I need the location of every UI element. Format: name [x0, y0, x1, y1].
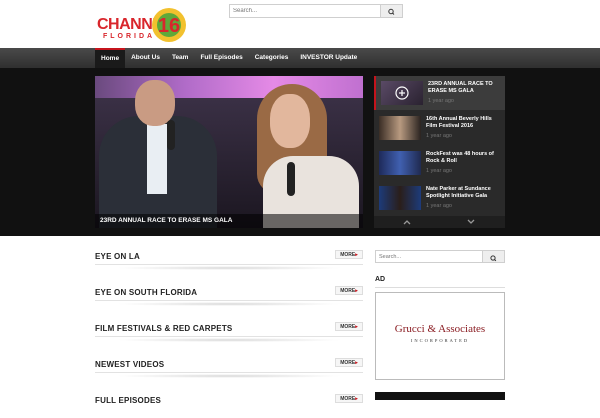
video-thumbnail — [381, 81, 423, 105]
list-item[interactable]: RockFest was 48 hours of Rock & Roll 1 y… — [374, 146, 505, 180]
sidebar-search — [375, 250, 505, 263]
more-button[interactable]: MORE▸ — [335, 286, 363, 295]
list-item-time: 1 year ago — [426, 203, 452, 209]
more-label: MORE — [340, 288, 356, 294]
nav-home[interactable]: Home — [95, 48, 126, 68]
microphone — [287, 162, 295, 196]
section-film-festivals: FILM FESTIVALS & RED CARPETS MORE▸ — [95, 322, 363, 346]
video-thumbnail — [379, 186, 421, 210]
ad-sub: INCORPORATED — [410, 338, 470, 343]
section-divider — [95, 336, 363, 337]
list-item-title: RockFest was 48 hours of Rock & Roll — [426, 151, 494, 164]
video-thumbnail — [379, 116, 421, 140]
section-shadow — [115, 266, 343, 270]
more-button[interactable]: MORE▸ — [335, 250, 363, 259]
ad-brand: Grucci & Associates — [394, 323, 486, 335]
ad-heading: AD — [375, 276, 386, 283]
chevron-up-icon[interactable] — [402, 218, 412, 226]
chevron-down-icon[interactable] — [466, 218, 476, 226]
second-ad[interactable] — [375, 392, 505, 400]
list-item-title: 23RD ANNUAL RACE TO ERASE MS GALA — [428, 81, 493, 94]
logo-sixteen-icon: 16 — [152, 8, 186, 42]
list-item[interactable]: 23RD ANNUAL RACE TO ERASE MS GALA 1 year… — [374, 76, 505, 110]
search-icon — [490, 255, 497, 262]
list-item-title: Nate Parker at Sundance Spotlight Initia… — [426, 186, 491, 199]
more-button[interactable]: MORE▸ — [335, 358, 363, 367]
microphone — [167, 120, 175, 150]
svg-text:16: 16 — [158, 15, 180, 37]
section-divider — [95, 300, 363, 301]
play-icon — [395, 86, 409, 100]
header-search-input[interactable] — [229, 4, 381, 18]
section-shadow — [115, 374, 343, 378]
section-shadow — [115, 338, 343, 342]
arrow-right-icon: ▸ — [355, 360, 358, 366]
list-item[interactable]: Nate Parker at Sundance Spotlight Initia… — [374, 181, 505, 215]
arrow-right-icon: ▸ — [355, 288, 358, 294]
header-search-button[interactable] — [380, 4, 403, 18]
arrow-right-icon: ▸ — [355, 396, 358, 402]
section-full-episodes: FULL EPISODES MORE▸ — [95, 394, 363, 418]
list-item-time: 1 year ago — [428, 98, 454, 104]
section-title: FULL EPISODES — [95, 396, 162, 405]
site-header: CHANNEL FLORIDA 16 — [0, 0, 600, 48]
list-item-title: 16th Annual Beverly Hills Film Festival … — [426, 116, 492, 129]
arrow-right-icon: ▸ — [355, 324, 358, 330]
list-item-time: 1 year ago — [426, 133, 452, 139]
video-thumbnail — [379, 151, 421, 175]
more-label: MORE — [340, 360, 356, 366]
section-title: EYE ON LA — [95, 252, 140, 261]
featured-area: 23RD ANNUAL RACE TO ERASE MS GALA 23RD A… — [0, 68, 600, 236]
main-nav: Home About Us Team Full Episodes Categor… — [0, 48, 600, 68]
section-eye-on-la: EYE ON LA MORE▸ — [95, 250, 363, 274]
more-button[interactable]: MORE▸ — [335, 322, 363, 331]
nav-investor-update[interactable]: INVESTOR Update — [294, 48, 363, 68]
section-title: NEWEST VIDEOS — [95, 360, 165, 369]
more-label: MORE — [340, 324, 356, 330]
grucci-ad[interactable]: Grucci & Associates INCORPORATED — [375, 292, 505, 380]
section-title: EYE ON SOUTH FLORIDA — [95, 288, 198, 297]
nav-categories[interactable]: Categories — [249, 48, 295, 68]
more-label: MORE — [340, 396, 356, 402]
more-button[interactable]: MORE▸ — [335, 394, 363, 403]
featured-caption[interactable]: 23RD ANNUAL RACE TO ERASE MS GALA — [95, 214, 363, 228]
featured-list: 23RD ANNUAL RACE TO ERASE MS GALA 1 year… — [374, 76, 505, 228]
ad-divider — [375, 287, 505, 288]
more-label: MORE — [340, 252, 356, 258]
sidebar-search-input[interactable] — [375, 250, 483, 263]
search-icon — [388, 8, 395, 15]
sidebar-search-button[interactable] — [482, 250, 505, 263]
nav-full-episodes[interactable]: Full Episodes — [194, 48, 248, 68]
woman-face — [270, 94, 310, 148]
section-divider — [95, 372, 363, 373]
section-shadow — [115, 302, 343, 306]
section-divider — [95, 264, 363, 265]
arrow-right-icon: ▸ — [355, 252, 358, 258]
section-title: FILM FESTIVALS & RED CARPETS — [95, 324, 233, 333]
nav-about-us[interactable]: About Us — [125, 48, 166, 68]
channel-16-logo[interactable]: CHANNEL FLORIDA 16 — [97, 6, 187, 44]
featured-video[interactable]: 23RD ANNUAL RACE TO ERASE MS GALA — [95, 76, 363, 228]
list-item-time: 1 year ago — [426, 168, 452, 174]
list-scroller — [374, 216, 505, 228]
man-shirt — [147, 124, 167, 194]
man-head — [135, 80, 175, 126]
nav-team[interactable]: Team — [166, 48, 195, 68]
header-search — [229, 4, 403, 18]
section-eye-on-south-florida: EYE ON SOUTH FLORIDA MORE▸ — [95, 286, 363, 310]
section-newest-videos: NEWEST VIDEOS MORE▸ — [95, 358, 363, 382]
list-item[interactable]: 16th Annual Beverly Hills Film Festival … — [374, 111, 505, 145]
